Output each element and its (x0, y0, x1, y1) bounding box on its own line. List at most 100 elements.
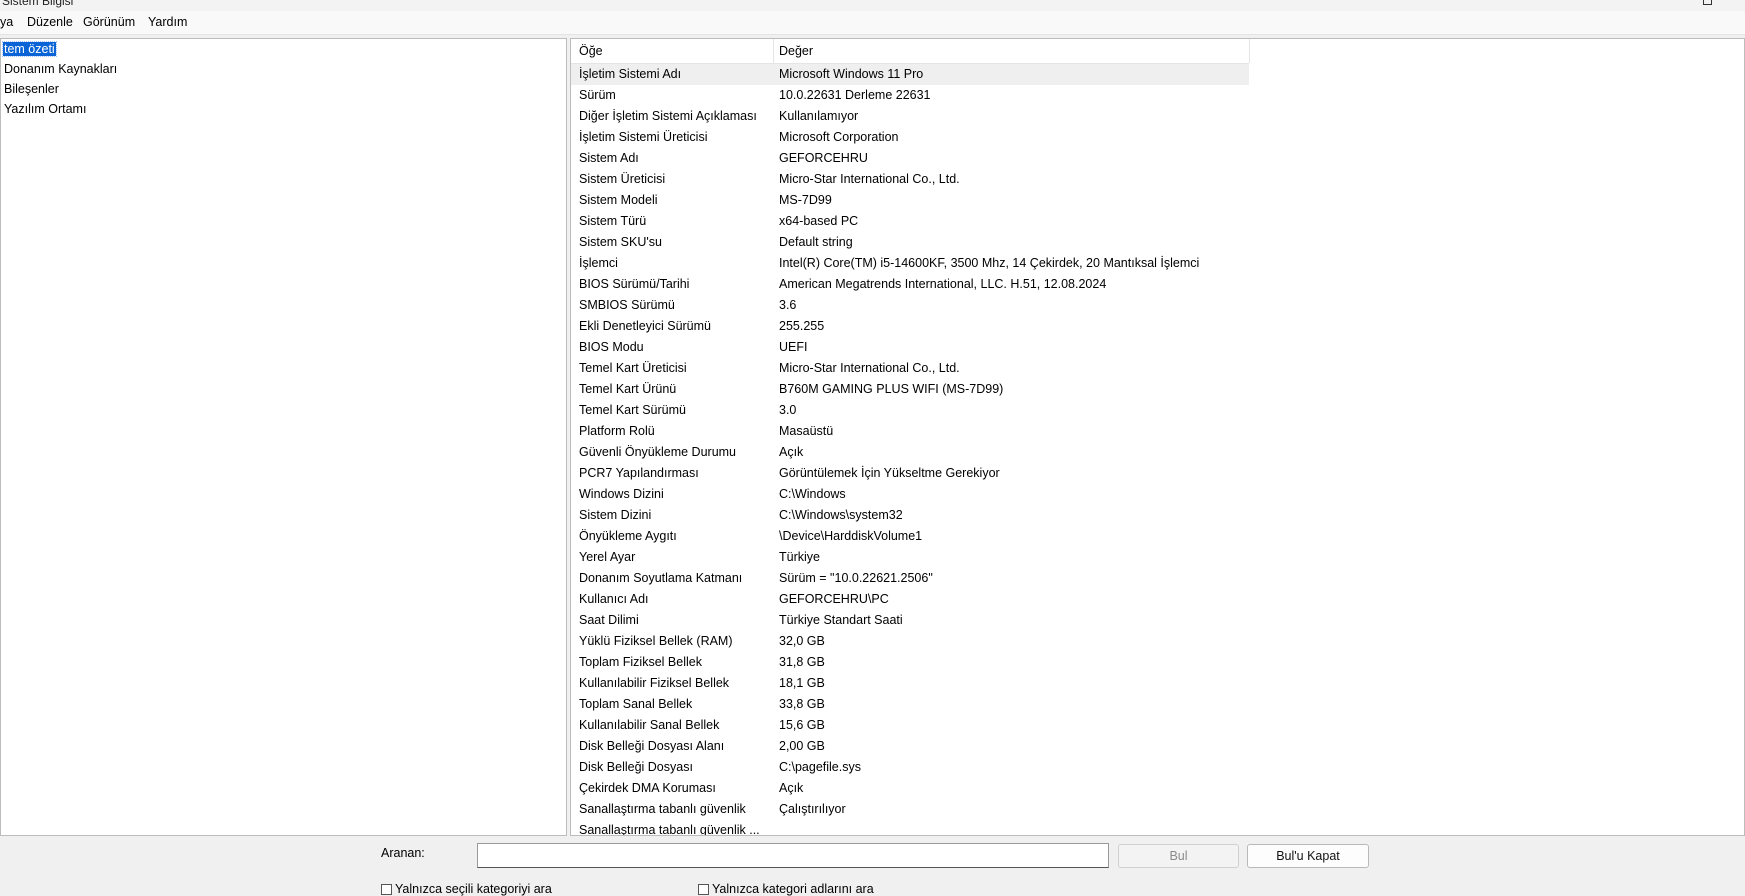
cell-value: 255.255 (779, 319, 825, 333)
table-row[interactable]: Temel Kart Sürümü 3.0 (571, 400, 1744, 421)
cell-value: Masaüstü (779, 424, 834, 438)
table-row[interactable]: Kullanıcı Adı GEFORCEHRU\PC (571, 589, 1744, 610)
cell-value: C:\Windows (779, 487, 846, 501)
cell-value: 2,00 GB (779, 739, 825, 753)
column-divider[interactable] (1249, 39, 1250, 63)
table-row[interactable]: Sürüm 10.0.22631 Derleme 22631 (571, 85, 1744, 106)
table-row[interactable]: Toplam Sanal Bellek 33,8 GB (571, 694, 1744, 715)
category-tree[interactable]: tem özeti Donanım Kaynakları Bileşenler … (0, 38, 567, 836)
table-row[interactable]: Sanallaştırma tabanlı güvenlik Çalıştırıl… (571, 799, 1744, 820)
cell-item: Çekirdek DMA Koruması (579, 781, 716, 795)
cell-value: American Megatrends International, LLC. … (779, 277, 1107, 291)
table-row[interactable]: PCR7 Yapılandırması Görüntülemek İçin Yük… (571, 463, 1744, 484)
table-row[interactable]: Yerel Ayar Türkiye (571, 547, 1744, 568)
cell-item: İşletim Sistemi Üreticisi (579, 130, 708, 144)
table-row[interactable]: Sistem Türü x64-based PC (571, 211, 1744, 232)
table-row[interactable]: İşletim Sistemi Üreticisi Microsoft Corpo… (571, 127, 1744, 148)
cell-item: Platform Rolü (579, 424, 655, 438)
checkbox-box[interactable] (381, 884, 392, 896)
table-row[interactable]: Toplam Fiziksel Bellek 31,8 GB (571, 652, 1744, 673)
table-row[interactable]: Güvenli Önyükleme Durumu Açık (571, 442, 1744, 463)
cell-value: Açık (779, 445, 804, 459)
menu-help[interactable]: Yardım (148, 15, 187, 29)
cell-value: C:\pagefile.sys (779, 760, 861, 774)
tree-item-label: Bileşenler (4, 82, 59, 96)
table-row[interactable]: BIOS Sürümü/Tarihi American Megatrends In… (571, 274, 1744, 295)
cell-item: Yerel Ayar (579, 550, 636, 564)
cell-item: Sanallaştırma tabanlı güvenlik (579, 802, 746, 816)
table-row[interactable]: SMBIOS Sürümü 3.6 (571, 295, 1744, 316)
cell-value: x64-based PC (779, 214, 859, 228)
cell-value: Sürüm = "10.0.22621.2506" (779, 571, 933, 585)
table-row[interactable]: Sistem Üreticisi Micro-Star International… (571, 169, 1744, 190)
table-row[interactable]: Sistem Adı GEFORCEHRU (571, 148, 1744, 169)
cell-item: Toplam Sanal Bellek (579, 697, 693, 711)
menu-file[interactable]: ya (0, 15, 13, 29)
checkbox-box[interactable] (698, 884, 709, 896)
cell-value: Micro-Star International Co., Ltd. (779, 361, 960, 375)
cell-value: GEFORCEHRU (779, 151, 868, 165)
column-divider[interactable] (773, 39, 774, 63)
search-category-names-checkbox[interactable]: Yalnızca kategori adlarını ara (698, 882, 874, 896)
cell-value: 3.0 (779, 403, 797, 417)
tree-item-system-summary[interactable]: tem özeti (2, 41, 57, 58)
maximize-icon[interactable] (1703, 0, 1712, 5)
table-row[interactable]: Sanallaştırma tabanlı güvenlik ... (571, 820, 1744, 836)
table-row[interactable]: Platform Rolü Masaüstü (571, 421, 1744, 442)
tree-item-hardware-resources[interactable]: Donanım Kaynakları (4, 61, 117, 78)
table-row[interactable]: Yüklü Fiziksel Bellek (RAM) 32,0 GB (571, 631, 1744, 652)
cell-item: Windows Dizini (579, 487, 664, 501)
cell-item: Sistem Dizini (579, 508, 652, 522)
find-button[interactable]: Bul (1118, 844, 1239, 868)
close-find-button[interactable]: Bul'u Kapat (1247, 844, 1369, 868)
cell-value: Microsoft Windows 11 Pro (779, 67, 924, 81)
column-header-value[interactable]: Değer (779, 44, 813, 59)
table-row[interactable]: Sistem Dizini C:\Windows\system32 (571, 505, 1744, 526)
cell-item: Sistem Modeli (579, 193, 658, 207)
table-row[interactable]: Önyükleme Aygıtı \Device\HarddiskVolume1 (571, 526, 1744, 547)
cell-value: Çalıştırılıyor (779, 802, 846, 816)
table-row[interactable]: Temel Kart Ürünü B760M GAMING PLUS WIFI (… (571, 379, 1744, 400)
cell-value: 18,1 GB (779, 676, 825, 690)
details-list[interactable]: Öğe Değer İşletim Sistemi Adı Microsoft W… (570, 38, 1745, 836)
table-row[interactable]: Kullanılabilir Fiziksel Bellek 18,1 GB (571, 673, 1744, 694)
cell-value: Açık (779, 781, 804, 795)
column-header-item[interactable]: Öğe (579, 44, 603, 59)
cell-value: Türkiye Standart Saati (779, 613, 903, 627)
table-row[interactable]: BIOS Modu UEFI (571, 337, 1744, 358)
table-row[interactable]: Donanım Soyutlama Katmanı Sürüm = "10.0.2… (571, 568, 1744, 589)
table-row[interactable]: Ekli Denetleyici Sürümü 255.255 (571, 316, 1744, 337)
cell-item: SMBIOS Sürümü (579, 298, 675, 312)
menu-view[interactable]: Görünüm (83, 15, 135, 29)
table-row[interactable]: Kullanılabilir Sanal Bellek 15,6 GB (571, 715, 1744, 736)
cell-item: Temel Kart Sürümü (579, 403, 686, 417)
menu-edit[interactable]: Düzenle (27, 15, 73, 29)
cell-item: İşlemci (579, 256, 618, 270)
table-row[interactable]: İşlemci Intel(R) Core(TM) i5-14600KF, 350… (571, 253, 1744, 274)
table-row[interactable]: İşletim Sistemi Adı Microsoft Windows 11 … (571, 64, 1744, 85)
cell-item: Saat Dilimi (579, 613, 639, 627)
cell-item: Sistem Türü (579, 214, 647, 228)
table-row[interactable]: Sistem SKU'su Default string (571, 232, 1744, 253)
table-row[interactable]: Saat Dilimi Türkiye Standart Saati (571, 610, 1744, 631)
cell-item: Sanallaştırma tabanlı güvenlik ... (579, 823, 760, 836)
cell-item: Önyükleme Aygıtı (579, 529, 677, 543)
search-selected-category-checkbox[interactable]: Yalnızca seçili kategoriyi ara (381, 882, 552, 896)
cell-value: Microsoft Corporation (779, 130, 899, 144)
table-row[interactable]: Temel Kart Üreticisi Micro-Star Internati… (571, 358, 1744, 379)
table-row[interactable]: Sistem Modeli MS-7D99 (571, 190, 1744, 211)
table-row[interactable]: Disk Belleği Dosyası C:\pagefile.sys (571, 757, 1744, 778)
table-row[interactable]: Diğer İşletim Sistemi Açıklaması Kullanıl… (571, 106, 1744, 127)
cell-item: Toplam Fiziksel Bellek (579, 655, 702, 669)
cell-value: MS-7D99 (779, 193, 832, 207)
table-row[interactable]: Windows Dizini C:\Windows (571, 484, 1744, 505)
table-row[interactable]: Disk Belleği Dosyası Alanı 2,00 GB (571, 736, 1744, 757)
cell-value: Micro-Star International Co., Ltd. (779, 172, 960, 186)
cell-value: Görüntülemek İçin Yükseltme Gerekiyor (779, 466, 1000, 480)
tree-item-software-environment[interactable]: Yazılım Ortamı (4, 101, 86, 118)
tree-item-components[interactable]: Bileşenler (4, 81, 59, 98)
search-panel: Aranan: Bul Bul'u Kapat Yalnızca seçili … (0, 836, 1745, 896)
table-row[interactable]: Çekirdek DMA Koruması Açık (571, 778, 1744, 799)
search-input[interactable] (477, 843, 1109, 868)
title-bar: Sistem Bilgisi (0, 0, 1745, 11)
